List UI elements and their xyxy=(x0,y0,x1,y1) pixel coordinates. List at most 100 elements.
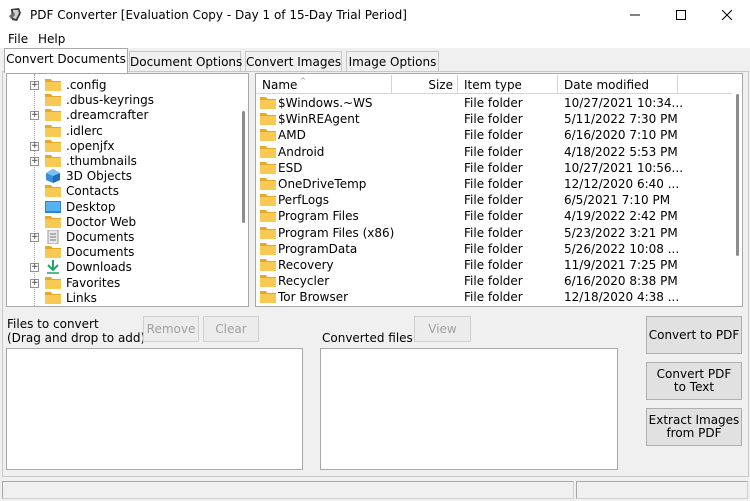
tree-item[interactable]: + .openjfx xyxy=(7,139,237,154)
close-button[interactable] xyxy=(704,0,750,30)
tree-item-label: .dbus-keyrings xyxy=(66,93,154,108)
minimize-button[interactable] xyxy=(612,0,658,30)
column-date-modified[interactable]: Date modified xyxy=(558,75,678,94)
tab-image-options[interactable]: Image Options xyxy=(346,51,439,72)
tree-item-label: .idlerc xyxy=(66,123,103,138)
column-name[interactable]: Name ^ xyxy=(256,75,392,94)
tree-item-label: Doctor Web xyxy=(66,214,137,229)
file-date: 11/9/2021 7:25 PM xyxy=(564,258,678,272)
file-row[interactable]: ProgramData File folder 5/26/2022 10:08 ..… xyxy=(256,241,732,257)
file-name: ProgramData xyxy=(278,241,358,256)
file-list-scrollbar-thumb[interactable] xyxy=(736,94,739,256)
tree-item[interactable]: + .config xyxy=(7,78,237,93)
tree-item[interactable]: Contacts xyxy=(7,184,237,199)
expand-icon[interactable]: + xyxy=(30,157,39,166)
downloads-icon xyxy=(47,260,59,275)
folder-icon xyxy=(45,291,61,304)
expand-icon[interactable]: + xyxy=(30,141,39,151)
expand-icon[interactable]: + xyxy=(30,278,39,288)
file-name: OneDriveTemp xyxy=(278,177,367,191)
expand-icon[interactable]: + xyxy=(30,111,39,121)
file-date: 6/16/2020 8:38 PM xyxy=(564,274,678,289)
tab-convert-documents[interactable]: Convert Documents xyxy=(4,48,128,73)
tab-document-options[interactable]: Document Options xyxy=(129,51,242,72)
file-name: Program Files (x86) xyxy=(278,225,395,240)
file-name: Recovery xyxy=(278,258,334,272)
file-row[interactable]: $Windows.~WS File folder 10/27/2021 10:34.… xyxy=(256,95,732,111)
tree-item[interactable]: .dbus-keyrings xyxy=(7,93,237,108)
convert-to-pdf-label: Convert to PDF xyxy=(648,327,740,342)
tree-item[interactable]: + Favorites xyxy=(7,276,237,291)
column-size[interactable]: Size xyxy=(392,75,458,94)
files-to-convert-box[interactable] xyxy=(6,348,303,470)
file-date: 5/23/2022 3:21 PM xyxy=(564,225,678,240)
tree-item-label: Favorites xyxy=(66,275,121,290)
file-name: Program Files xyxy=(278,209,359,224)
tree-item[interactable]: + Documents xyxy=(7,229,237,245)
folder-icon xyxy=(260,210,276,223)
tree-item[interactable]: Doctor Web xyxy=(7,215,237,230)
file-date: 10/27/2021 10:34... xyxy=(564,96,684,110)
file-row[interactable]: Recycler File folder 6/16/2020 8:38 PM xyxy=(256,273,732,289)
maximize-button[interactable] xyxy=(658,0,704,30)
status-bar xyxy=(0,479,750,501)
folder-icon xyxy=(45,139,61,152)
tree-item[interactable]: Desktop xyxy=(7,200,237,215)
expand-icon[interactable]: + xyxy=(30,263,39,273)
file-row[interactable]: PerfLogs File folder 6/5/2021 7:10 PM xyxy=(256,192,732,208)
tree-item-icon xyxy=(45,93,61,107)
file-date: 6/5/2021 7:10 PM xyxy=(564,193,671,208)
window-title: PDF Converter [Evaluation Copy - Day 1 o… xyxy=(30,8,407,22)
file-row[interactable]: Recovery File folder 11/9/2021 7:25 PM xyxy=(256,257,732,273)
file-row[interactable]: $WinREAgent File folder 5/11/2022 7:30 PM xyxy=(256,111,732,127)
folder-icon xyxy=(260,128,276,142)
tree-item[interactable]: + Downloads xyxy=(7,260,237,275)
tree-item[interactable]: 3D Objects xyxy=(7,169,237,184)
expand-icon[interactable]: + xyxy=(30,81,39,90)
convert-pdf-to-text-button[interactable]: Convert PDF to Text xyxy=(646,362,742,400)
tree-scrollbar-thumb[interactable] xyxy=(242,111,245,223)
tree-item[interactable]: + .dreamcrafter xyxy=(7,108,237,123)
file-type: File folder xyxy=(464,160,523,175)
menu-help[interactable]: Help xyxy=(38,32,65,46)
file-row[interactable]: OneDriveTemp File folder 12/12/2020 6:40 .… xyxy=(256,176,732,192)
file-row[interactable]: Program Files File folder 4/19/2022 2:42 P… xyxy=(256,208,732,224)
expand-icon[interactable]: + xyxy=(30,233,39,242)
folder-icon xyxy=(260,290,276,304)
clear-button[interactable]: Clear xyxy=(203,316,259,342)
file-row[interactable]: Tor Browser File folder 12/18/2020 4:38 ..… xyxy=(256,289,732,305)
remove-button[interactable]: Remove xyxy=(143,316,199,342)
folder-icon xyxy=(260,209,276,223)
documents-icon xyxy=(47,229,59,245)
menu-file[interactable]: File xyxy=(8,32,28,46)
extract-images-button[interactable]: Extract Images from PDF xyxy=(646,408,742,446)
tree-item-icon xyxy=(45,200,61,214)
file-row[interactable]: Android File folder 4/18/2022 5:53 PM xyxy=(256,144,732,160)
folder-icon xyxy=(260,129,276,142)
clear-button-label: Clear xyxy=(215,321,247,336)
column-item-type[interactable]: Item type xyxy=(458,75,558,94)
file-list-scrollbar[interactable] xyxy=(732,74,742,306)
tree-item[interactable]: + .thumbnails xyxy=(7,154,237,169)
tree-item[interactable]: Links xyxy=(7,291,237,306)
file-date: 12/12/2020 6:40 ... xyxy=(564,177,680,191)
title-bar: PDF Converter [Evaluation Copy - Day 1 o… xyxy=(0,0,750,30)
view-button[interactable]: View xyxy=(414,316,471,342)
converted-files-box[interactable] xyxy=(320,348,618,470)
file-name: ESD xyxy=(278,160,303,175)
3d-objects-icon xyxy=(46,169,60,184)
file-list[interactable]: Name ^ Size Item type Date modified $Win… xyxy=(255,73,743,307)
folder-icon xyxy=(45,155,61,167)
tree-item[interactable]: .idlerc xyxy=(7,124,237,139)
tree-item[interactable]: Documents xyxy=(7,245,237,260)
tree-scrollbar[interactable] xyxy=(238,74,248,306)
file-row[interactable]: AMD File folder 6/16/2020 7:10 PM xyxy=(256,127,732,143)
file-row[interactable]: ESD File folder 10/27/2021 10:56... xyxy=(256,160,732,176)
file-row[interactable]: Program Files (x86) File folder 5/23/2022 … xyxy=(256,225,732,241)
folder-tree[interactable]: + .config .dbus-keyrings + .dreamcrafter .idl… xyxy=(6,73,249,307)
tab-convert-images[interactable]: Convert Images xyxy=(245,51,342,72)
tree-item-icon xyxy=(45,78,61,92)
file-type: File folder xyxy=(464,209,523,224)
convert-to-pdf-button[interactable]: Convert to PDF xyxy=(646,316,742,354)
folder-icon xyxy=(260,178,276,190)
